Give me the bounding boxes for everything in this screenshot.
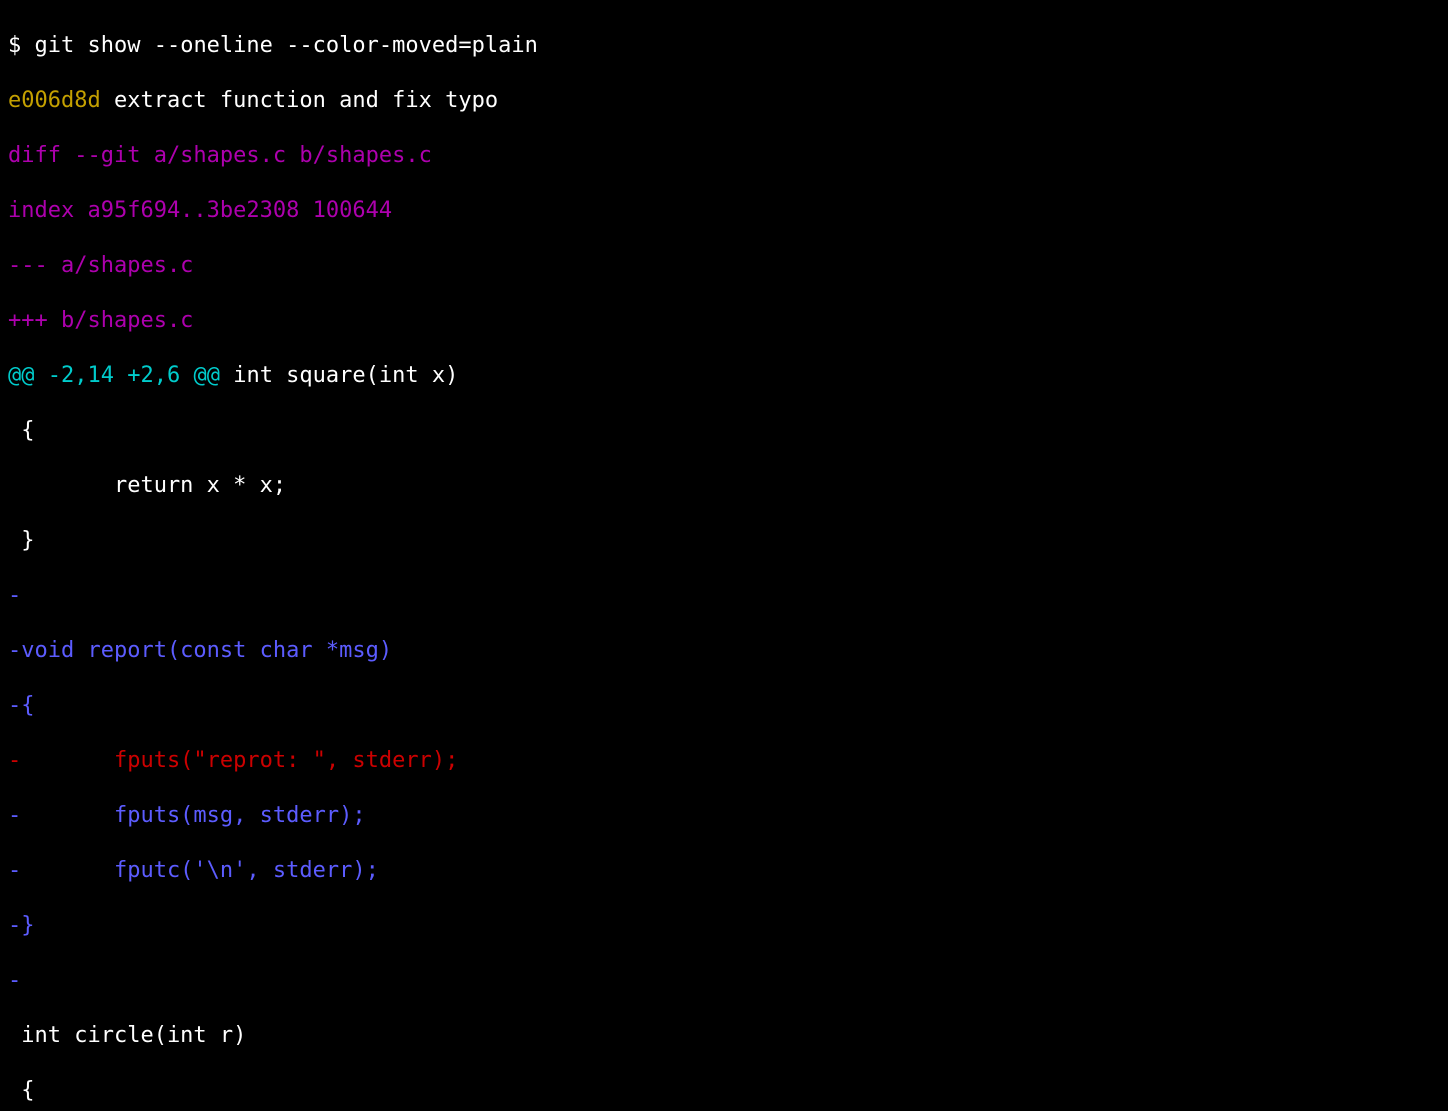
command-text: git show --oneline --color-moved=plain (35, 33, 538, 58)
moved-old-line: -void report(const char *msg) (8, 637, 1440, 665)
context-line: int circle(int r) (8, 1022, 1440, 1050)
terminal[interactable]: $ git show --oneline --color-moved=plain… (0, 0, 1448, 1111)
diff-header: diff --git a/shapes.c b/shapes.c (8, 142, 1440, 170)
diff-index: index a95f694..3be2308 100644 (8, 197, 1440, 225)
commit-line: e006d8d extract function and fix typo (8, 87, 1440, 115)
context-line: return x * x; (8, 472, 1440, 500)
context-line: { (8, 417, 1440, 445)
moved-old-line: - (8, 967, 1440, 995)
moved-old-line: -} (8, 912, 1440, 940)
context-line: { (8, 1077, 1440, 1105)
diff-old-file: --- a/shapes.c (8, 252, 1440, 280)
hunk-header: @@ -2,14 +2,6 @@ int square(int x) (8, 362, 1440, 390)
moved-old-line: - fputs(msg, stderr); (8, 802, 1440, 830)
moved-old-line: - fputc('\n', stderr); (8, 857, 1440, 885)
hunk-at-open: @@ (8, 363, 48, 388)
hunk-range: -2,14 +2,6 (48, 363, 180, 388)
hunk-at-close: @@ (180, 363, 220, 388)
moved-old-line: -{ (8, 692, 1440, 720)
moved-old-line: - (8, 582, 1440, 610)
commit-subject: extract function and fix typo (101, 88, 498, 113)
diff-new-file: +++ b/shapes.c (8, 307, 1440, 335)
prompt-line: $ git show --oneline --color-moved=plain (8, 32, 1440, 60)
hunk-context: int square(int x) (220, 363, 458, 388)
shell-prompt: $ (8, 33, 35, 58)
deleted-line: - fputs("reprot: ", stderr); (8, 747, 1440, 775)
commit-hash: e006d8d (8, 88, 101, 113)
context-line: } (8, 527, 1440, 555)
